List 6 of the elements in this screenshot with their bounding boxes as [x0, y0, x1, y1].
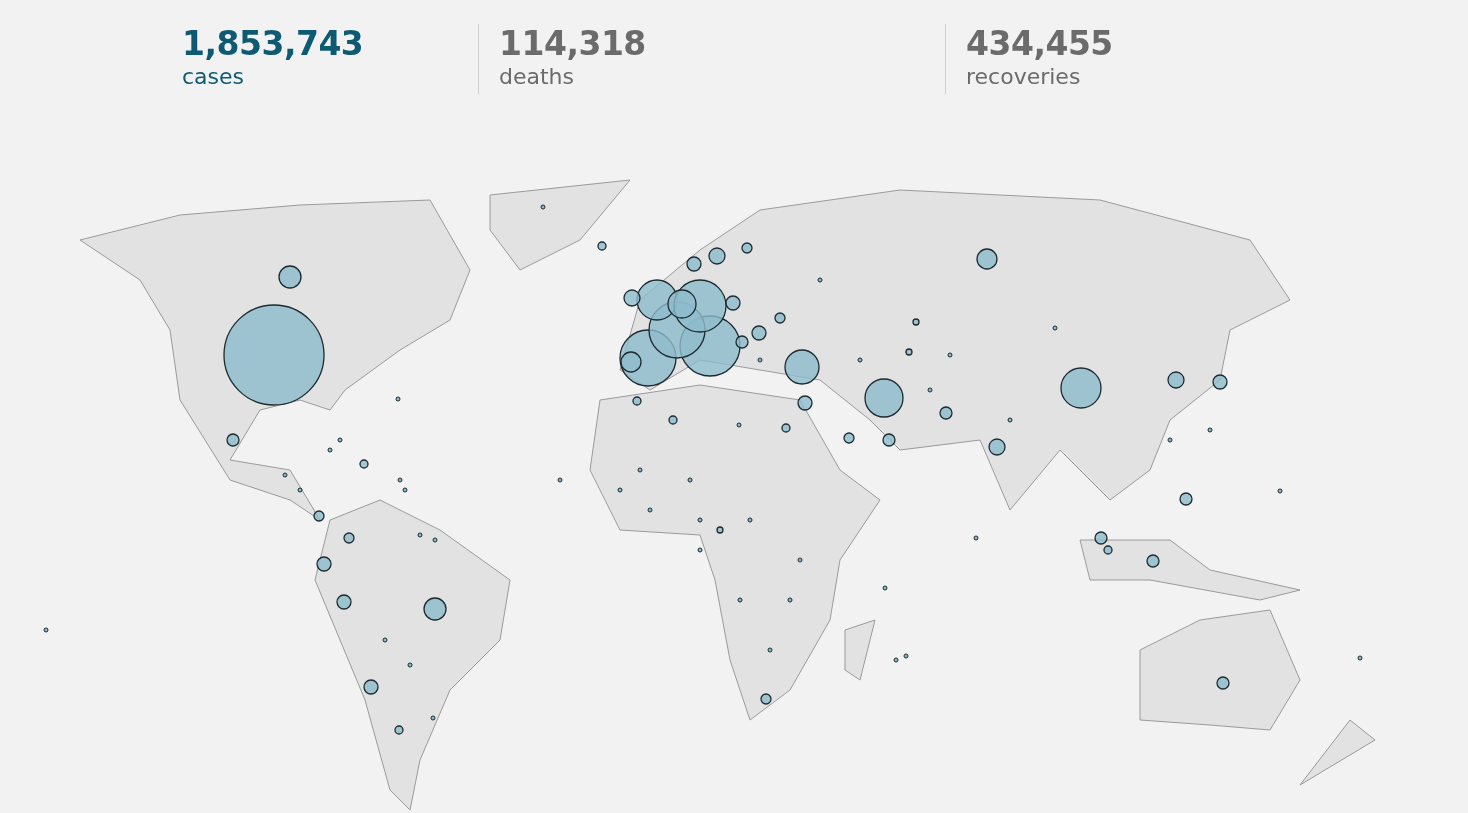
- stat-value: 434,455: [966, 24, 1113, 64]
- stat-value: 1,853,743: [182, 24, 364, 64]
- stat-value: 114,318: [499, 24, 646, 64]
- stat-label: deaths: [499, 64, 574, 90]
- stat-label: cases: [182, 64, 245, 90]
- stat-label: recoveries: [966, 64, 1081, 90]
